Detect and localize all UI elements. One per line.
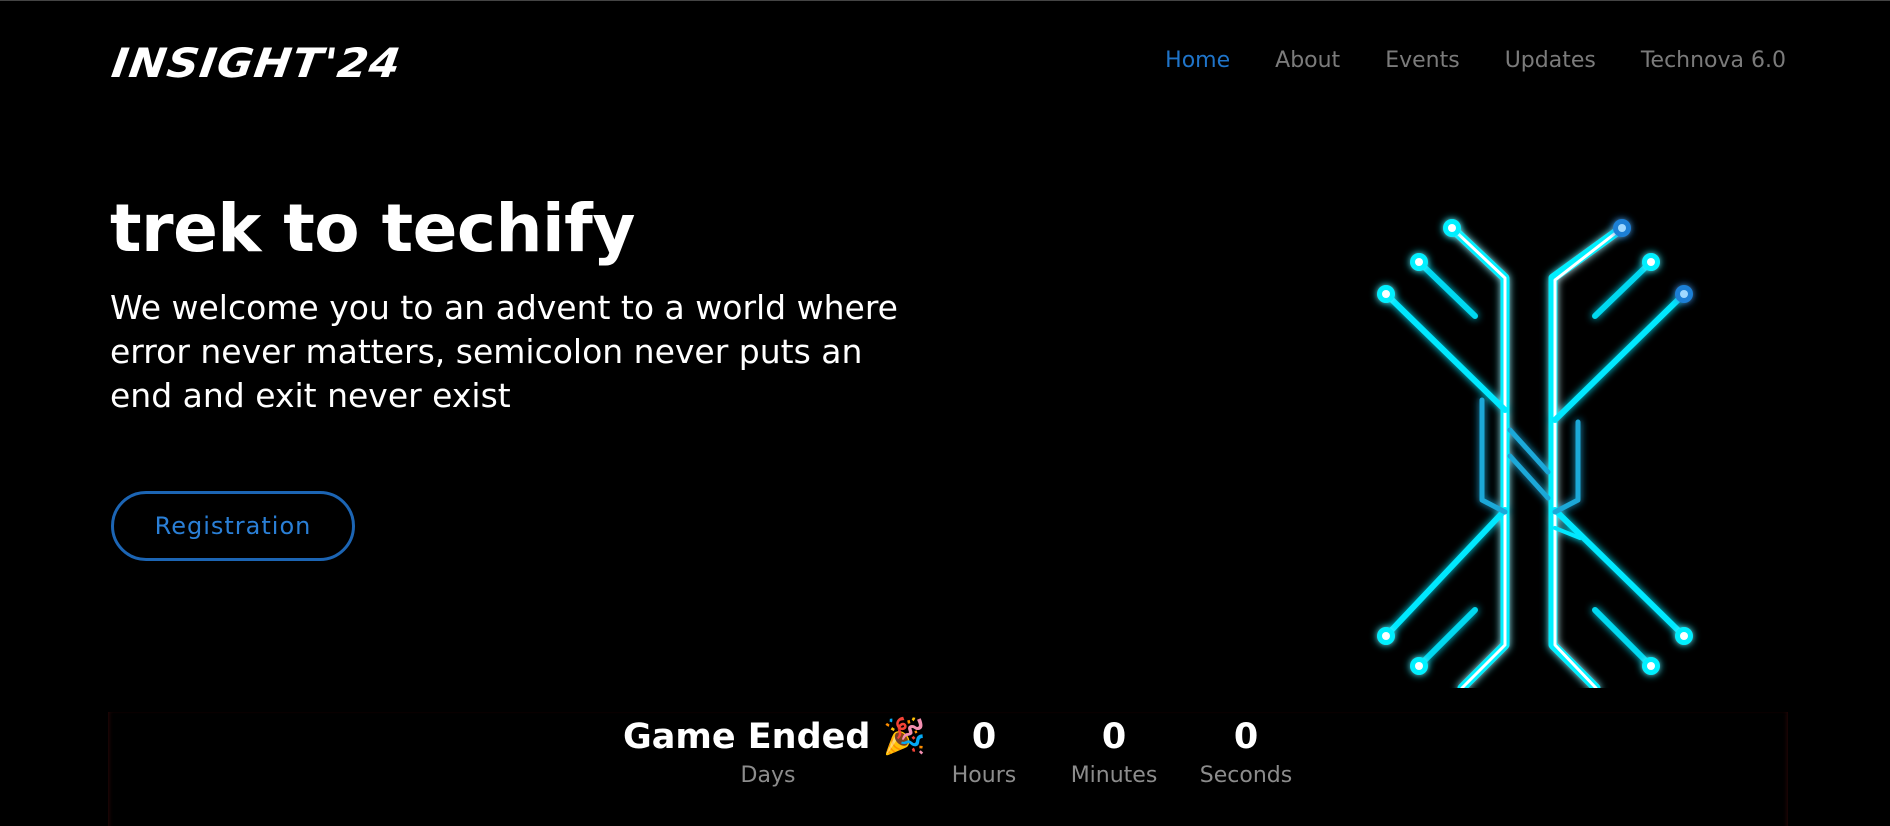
navbar: INSIGHT'24 Home About Events Updates Tec… [109,30,1786,94]
circuit-x-logo-icon [1350,200,1720,693]
minutes-value: 0 [1101,717,1127,757]
nav-events-link[interactable]: Events [1385,48,1460,73]
site-logo[interactable]: INSIGHT'24 [109,40,405,87]
hours-value: 0 [971,717,997,757]
nav-about-link[interactable]: About [1275,48,1340,73]
countdown-status: Game Ended 🎉 [623,717,927,757]
hero-title: trek to techify [110,190,635,267]
top-border [0,0,1890,1]
hours-label: Hours [951,763,1017,788]
registration-button[interactable]: Registration [111,491,355,561]
nav-technova-link[interactable]: Technova 6.0 [1641,48,1786,73]
countdown-hours: 0 Hours [934,712,1034,790]
days-label: Days [740,763,796,788]
nav-menu: Home About Events Updates Technova 6.0 [1165,48,1786,73]
countdown-panel: Game Ended 🎉 Days 0 Hours 0 Minutes 0 Se… [108,712,1788,826]
seconds-label: Seconds [1199,763,1293,788]
hero-subtitle: We welcome you to an advent to a world w… [110,288,898,415]
countdown-seconds: 0 Seconds [1186,712,1306,790]
seconds-value: 0 [1233,717,1259,757]
countdown-minutes: 0 Minutes [1054,712,1174,790]
minutes-label: Minutes [1070,763,1158,788]
nav-home-link[interactable]: Home [1165,48,1230,73]
nav-updates-link[interactable]: Updates [1505,48,1596,73]
countdown-days: Game Ended 🎉 Days [623,712,927,790]
